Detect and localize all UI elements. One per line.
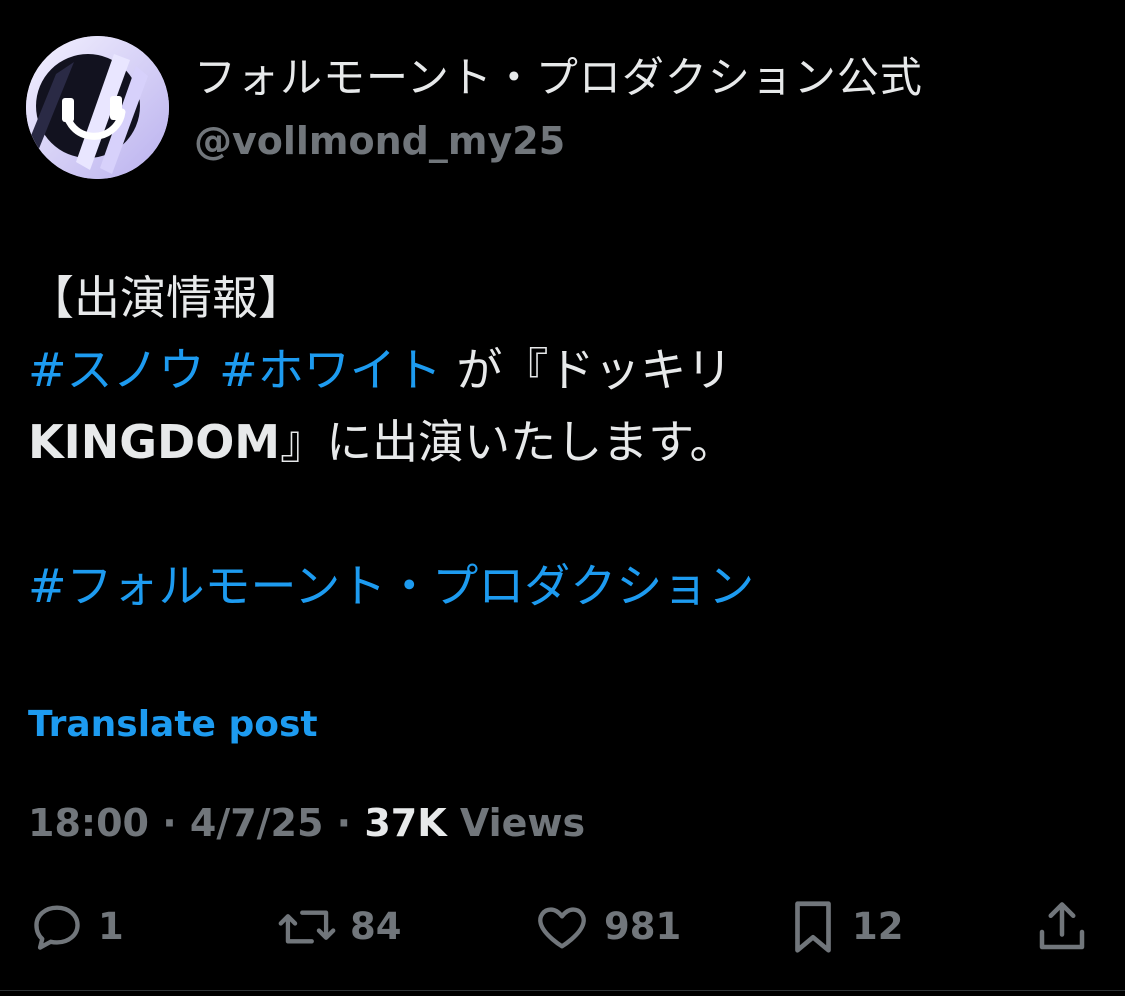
bookmark-icon [786, 896, 840, 958]
post-line-1: 【出演情報】 [28, 271, 304, 325]
action-bar: 1 84 981 12 [28, 896, 1098, 958]
views-count: 37K [364, 801, 447, 845]
repost-button[interactable]: 84 [276, 896, 402, 958]
author-handle[interactable]: @vollmond_my25 [194, 116, 565, 166]
meta-separator-2: · [323, 801, 365, 845]
bookmark-count: 12 [852, 905, 904, 948]
post-line-2-text: が『ドッキリ [441, 343, 733, 397]
reply-icon [28, 898, 86, 956]
reply-count: 1 [98, 905, 124, 948]
like-button[interactable]: 981 [532, 896, 681, 958]
meta-separator: · [148, 801, 190, 845]
repost-icon [276, 898, 338, 956]
moon-logo-icon [26, 36, 169, 179]
avatar[interactable] [26, 36, 169, 179]
translate-post-link[interactable]: Translate post [28, 700, 318, 750]
repost-count: 84 [350, 905, 402, 948]
hashtag-white[interactable]: #ホワイト [219, 343, 442, 397]
hashtag-production[interactable]: #フォルモーント・プロダクション [28, 550, 1028, 622]
hashtag-snow[interactable]: #スノウ [28, 343, 205, 397]
post-meta: 18:00 · 4/7/25 · 37K Views [28, 796, 585, 850]
share-button[interactable] [1032, 896, 1092, 958]
reply-button[interactable]: 1 [28, 896, 124, 958]
post-header: フォルモーント・プロダクション公式 @vollmond_my25 [26, 36, 1086, 181]
post-time[interactable]: 18:00 [28, 801, 149, 845]
post-line-3-latin: KINGDOM [28, 415, 281, 469]
divider [0, 990, 1125, 991]
share-icon [1032, 897, 1092, 957]
like-count: 981 [604, 905, 682, 948]
post-text: 【出演情報】 #スノウ #ホワイト が『ドッキリ KINGDOM』に出演いたしま… [28, 262, 1028, 622]
author-display-name[interactable]: フォルモーント・プロダクション公式 [194, 50, 923, 106]
heart-icon [532, 898, 592, 956]
bookmark-button[interactable]: 12 [786, 896, 904, 958]
post-line-3: KINGDOM』に出演いたします。 [28, 406, 1028, 478]
post-date[interactable]: 4/7/25 [190, 801, 324, 845]
post-line-3-text: 』に出演いたします。 [280, 415, 736, 469]
post-line-2: #スノウ #ホワイト が『ドッキリ [28, 334, 1028, 406]
views-label: Views [446, 801, 586, 845]
